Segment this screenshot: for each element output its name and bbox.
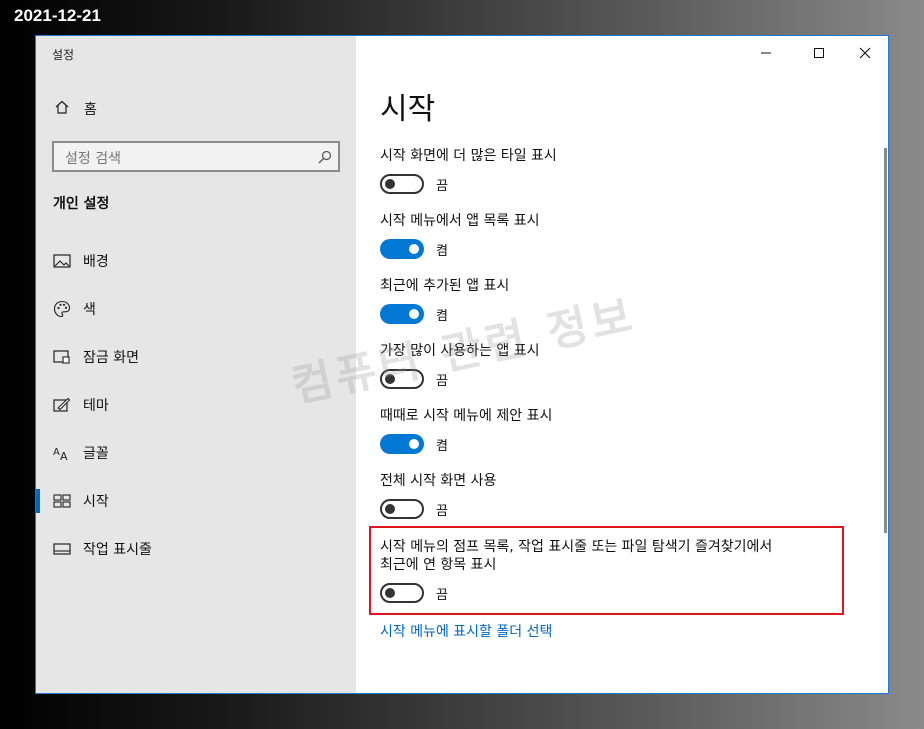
toggle-knob	[385, 179, 395, 189]
maximize-button[interactable]	[802, 42, 836, 64]
font-icon: A A	[53, 444, 71, 462]
scrollbar[interactable]	[884, 148, 887, 533]
toggle-state: 켬	[436, 244, 448, 259]
setting-suggestions: 때때로 시작 메뉴에 제안 표시 켬	[380, 407, 552, 456]
setting-label: 때때로 시작 메뉴에 제안 표시	[380, 408, 553, 424]
sidebar-item-color[interactable]: 색	[36, 293, 356, 325]
picture-icon	[53, 252, 71, 270]
sidebar-item-background[interactable]: 배경	[36, 245, 356, 277]
setting-label: 최근에 추가된 앱 표시	[380, 278, 510, 294]
sidebar-item-label: 배경	[83, 254, 109, 270]
sidebar-item-taskbar[interactable]: 작업 표시줄	[36, 533, 356, 565]
setting-app-list: 시작 메뉴에서 앱 목록 표시 켬	[380, 212, 539, 261]
setting-more-tiles: 시작 화면에 더 많은 타일 표시 끔	[380, 147, 557, 196]
toggle-switch[interactable]	[380, 499, 424, 519]
minimize-button[interactable]	[749, 42, 783, 64]
toggle-state: 켬	[436, 439, 448, 454]
close-icon	[859, 44, 871, 63]
svg-text:A: A	[53, 447, 60, 458]
start-tiles-icon	[53, 492, 71, 510]
sidebar-item-start[interactable]: 시작	[36, 485, 356, 517]
sidebar-item-label: 시작	[83, 494, 109, 510]
setting-full-screen: 전체 시작 화면 사용 끔	[380, 472, 496, 521]
section-title: 개인 설정	[53, 196, 110, 212]
toggle-knob	[409, 309, 419, 319]
toggle-switch[interactable]	[380, 239, 424, 259]
home-icon	[54, 99, 70, 119]
sidebar-item-label: 작업 표시줄	[83, 542, 152, 558]
sidebar-item-label: 테마	[83, 398, 109, 414]
toggle-switch[interactable]	[380, 174, 424, 194]
setting-label: 시작 메뉴에서 앱 목록 표시	[380, 213, 540, 229]
page-title: 시작	[380, 92, 436, 127]
date-stamp: 2021-12-21	[14, 6, 101, 25]
setting-label: 시작 화면에 더 많은 타일 표시	[380, 148, 557, 164]
close-button[interactable]	[848, 42, 882, 64]
active-indicator	[36, 489, 40, 513]
maximize-icon	[813, 44, 825, 63]
window-title: 설정	[52, 48, 75, 62]
lock-screen-icon	[53, 348, 71, 366]
highlight-box	[369, 526, 844, 615]
minimize-icon	[760, 44, 772, 63]
choose-folders-link[interactable]: 시작 메뉴에 표시할 폴더 선택	[380, 621, 552, 641]
setting-label: 전체 시작 화면 사용	[380, 473, 497, 489]
palette-icon	[53, 300, 71, 318]
toggle-state: 끔	[436, 179, 448, 194]
search-input[interactable]: 설정 검색	[52, 141, 340, 172]
toggle-knob	[409, 439, 419, 449]
sidebar-item-label: 색	[83, 302, 96, 318]
toggle-knob	[385, 504, 395, 514]
search-placeholder: 설정 검색	[65, 151, 121, 167]
sidebar-item-label: 홈	[84, 102, 97, 118]
search-icon	[318, 149, 332, 168]
sidebar-item-label: 잠금 화면	[83, 350, 139, 366]
toggle-switch[interactable]	[380, 434, 424, 454]
toggle-knob	[409, 244, 419, 254]
svg-text:A: A	[60, 450, 68, 461]
toggle-switch[interactable]	[380, 304, 424, 324]
toggle-state: 끔	[436, 504, 448, 519]
sidebar-item-label: 글꼴	[83, 446, 109, 462]
taskbar-icon	[53, 540, 71, 558]
sidebar-item-home[interactable]: 홈	[54, 99, 97, 119]
sidebar-item-fonts[interactable]: A A 글꼴	[36, 437, 356, 469]
theme-brush-icon	[53, 396, 71, 414]
